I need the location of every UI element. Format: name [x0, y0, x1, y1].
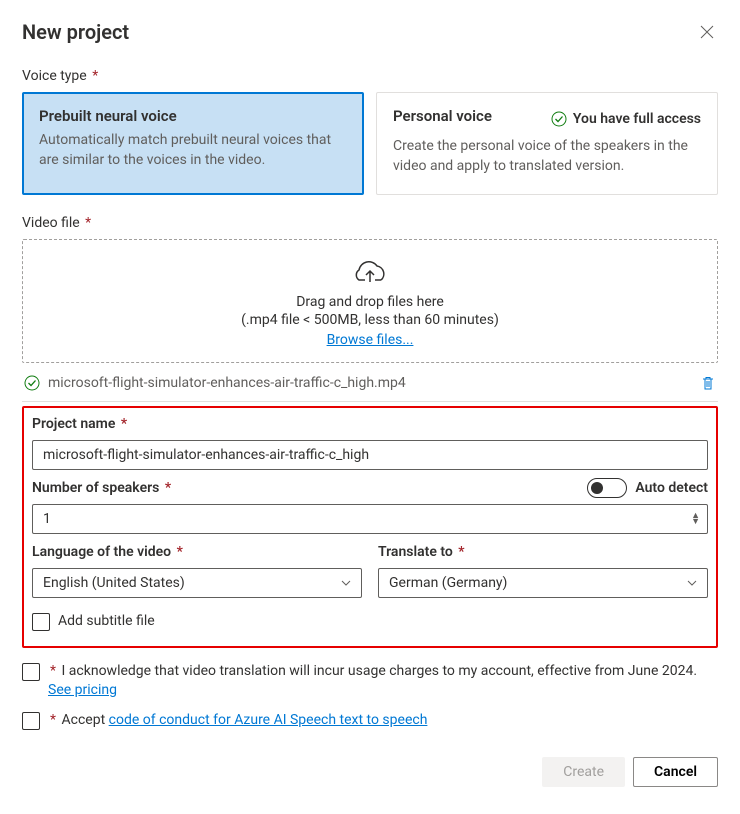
- uploaded-file-row: microsoft-flight-simulator-enhances-air-…: [22, 369, 718, 402]
- uploaded-file-name: microsoft-flight-simulator-enhances-air-…: [48, 375, 692, 391]
- close-icon: [700, 25, 714, 39]
- browse-files-link[interactable]: Browse files...: [327, 332, 414, 348]
- cloud-upload-icon: [351, 258, 389, 286]
- dropzone-hint: (.mp4 file < 500MB, less than 60 minutes…: [23, 312, 717, 328]
- speakers-label: Number of speakers *: [32, 480, 171, 496]
- subtitle-checkbox[interactable]: [32, 613, 50, 631]
- project-name-label: Project name *: [32, 416, 708, 432]
- target-language-label: Translate to *: [378, 544, 708, 560]
- voice-type-label: Voice type *: [22, 68, 718, 84]
- check-circle-icon: [551, 111, 567, 127]
- auto-detect-toggle[interactable]: [587, 478, 627, 498]
- check-circle-icon: [24, 375, 40, 391]
- project-config-section: Project name * Number of speakers * Auto…: [22, 406, 718, 648]
- dialog-title: New project: [22, 20, 129, 44]
- see-pricing-link[interactable]: See pricing: [48, 682, 117, 698]
- delete-file-button[interactable]: [700, 375, 716, 391]
- auto-detect-label: Auto detect: [635, 480, 708, 496]
- accept-conduct-checkbox[interactable]: [22, 712, 40, 730]
- acknowledge-charges-text: * I acknowledge that video translation w…: [48, 662, 718, 701]
- dropzone-text: Drag and drop files here: [23, 294, 717, 310]
- accept-conduct-text: * Accept code of conduct for Azure AI Sp…: [48, 711, 427, 731]
- project-name-input[interactable]: [32, 440, 708, 470]
- dialog-footer: Create Cancel: [22, 757, 718, 787]
- acknowledge-charges-checkbox[interactable]: [22, 663, 40, 681]
- target-language-select[interactable]: German (Germany): [378, 568, 708, 598]
- source-language-select[interactable]: English (United States): [32, 568, 362, 598]
- card-personal-title: Personal voice: [393, 107, 492, 125]
- create-button[interactable]: Create: [542, 757, 625, 787]
- card-prebuilt-voice[interactable]: Prebuilt neural voice Automatically matc…: [22, 92, 364, 195]
- close-button[interactable]: [696, 21, 718, 43]
- card-prebuilt-desc: Automatically match prebuilt neural voic…: [39, 131, 347, 170]
- file-dropzone[interactable]: Drag and drop files here (.mp4 file < 50…: [22, 239, 718, 363]
- voice-type-cards: Prebuilt neural voice Automatically matc…: [22, 92, 718, 195]
- card-personal-voice[interactable]: Personal voice You have full access Crea…: [376, 92, 718, 195]
- card-personal-desc: Create the personal voice of the speaker…: [393, 137, 701, 176]
- code-of-conduct-link[interactable]: code of conduct for Azure AI Speech text…: [109, 712, 428, 728]
- speakers-input[interactable]: [32, 504, 708, 534]
- cancel-button[interactable]: Cancel: [633, 757, 718, 787]
- source-language-label: Language of the video *: [32, 544, 362, 560]
- card-access-badge: You have full access: [551, 111, 701, 127]
- card-prebuilt-title: Prebuilt neural voice: [39, 107, 347, 125]
- video-file-label: Video file *: [22, 215, 718, 231]
- dialog-header: New project: [22, 20, 718, 44]
- subtitle-label: Add subtitle file: [58, 612, 155, 632]
